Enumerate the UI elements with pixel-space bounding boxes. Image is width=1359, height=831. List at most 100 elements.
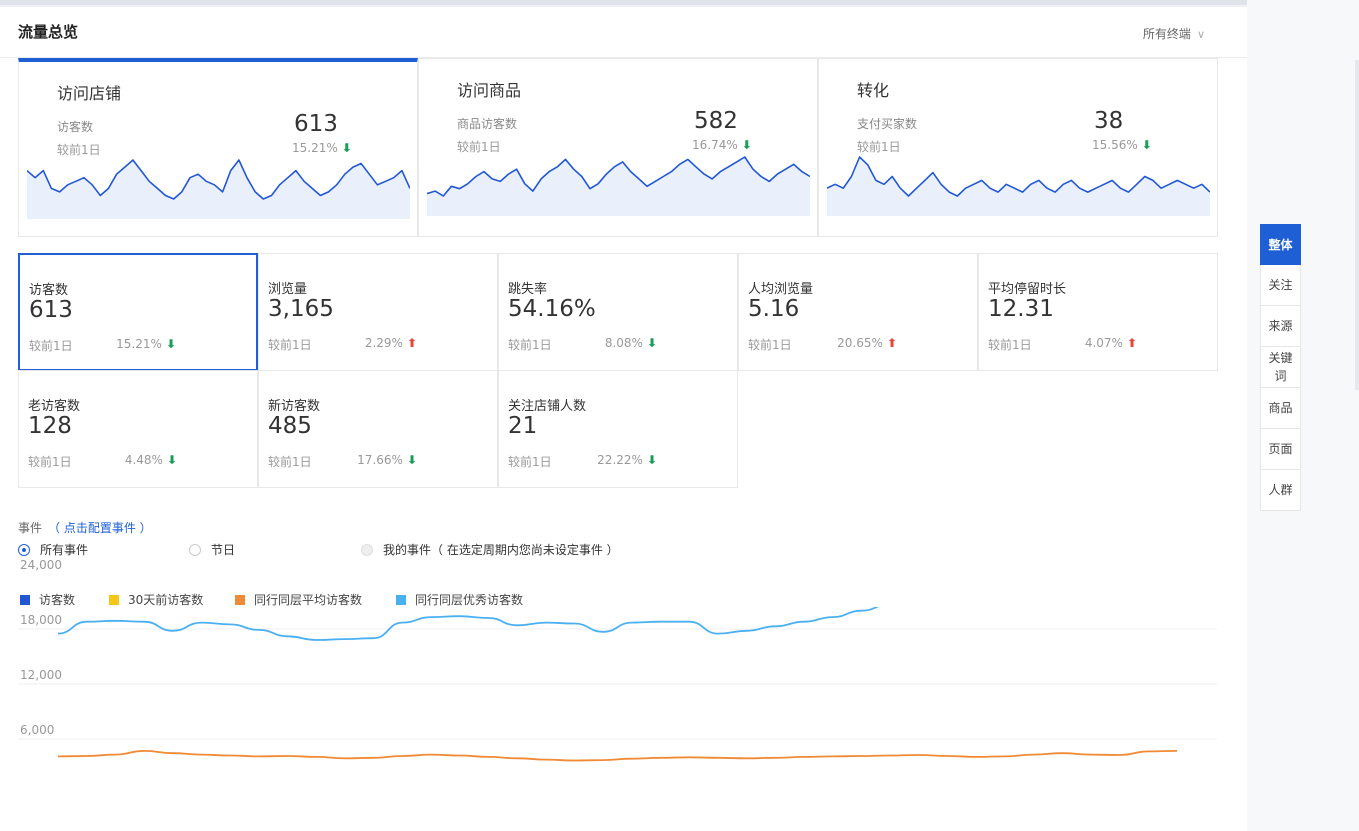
legend-label: 30天前访客数 [128, 593, 204, 607]
summary-card-3[interactable]: 转化 支付买家数 38 较前1日 15.56% ⬇ [818, 58, 1218, 237]
metric-card-metrics_row1-0[interactable]: 访客数 613 较前1日 15.21% ⬇ [18, 253, 258, 371]
terminal-filter-dropdown[interactable]: 所有终端 ∨ [1143, 25, 1205, 42]
scroll-track[interactable] [1355, 60, 1359, 390]
side-tab-label: 页面 [1268, 442, 1293, 456]
summary-card-change: 16.74% ⬇ [692, 138, 752, 152]
metric-card-metrics_row1-2[interactable]: 跳失率 54.16% 较前1日 8.08% ⬇ [498, 253, 738, 371]
legend-label: 同行同层优秀访客数 [415, 593, 524, 607]
sparkline-area [27, 160, 410, 219]
summary-card-change: 15.56% ⬇ [1092, 138, 1152, 152]
sparkline-chart [427, 156, 810, 216]
metric-change-value: 4.07% [1084, 336, 1123, 350]
page-title: 流量总览 [18, 23, 79, 41]
metric-value: 613 [29, 297, 73, 323]
metric-change: 2.29% ⬆ [365, 336, 417, 350]
metric-label: 跳失率 [508, 282, 548, 297]
metric-change: 17.66% ⬇ [357, 453, 417, 467]
legend-swatch [20, 594, 30, 605]
radio-button[interactable] [18, 543, 30, 556]
arrow-down-icon: ⬇ [646, 336, 657, 350]
configure-events-link[interactable]: （ 点击配置事件 ） [48, 521, 152, 535]
arrow-down-icon: ⬇ [406, 453, 417, 467]
radio-button[interactable] [189, 543, 201, 556]
metric-compare: 较前1日 [988, 338, 1032, 352]
side-tab-label: 关键词 [1268, 351, 1293, 383]
legend-item-1[interactable]: 30天前访客数 [109, 591, 203, 608]
metric-compare: 较前1日 [268, 338, 312, 352]
sparkline-chart [827, 156, 1210, 216]
radio-label: 所有事件 [40, 543, 89, 557]
metric-card-metrics_row1-1[interactable]: 浏览量 3,165 较前1日 2.29% ⬆ [258, 253, 498, 371]
summary-card-label: 访客数 [57, 120, 94, 134]
metric-card-metrics_row2-1[interactable]: 新访客数 485 较前1日 17.66% ⬇ [258, 370, 498, 488]
legend-swatch [109, 594, 119, 605]
event-radio-1[interactable]: 节日 [189, 541, 235, 558]
metric-value: 485 [268, 413, 312, 439]
y-tick-label: 24,000 [20, 558, 62, 572]
metric-value: 128 [28, 413, 72, 439]
side-tab-5[interactable]: 页面 [1260, 429, 1301, 470]
metric-change-value: 20.65% [837, 336, 883, 350]
metric-change: 8.08% ⬇ [605, 336, 657, 350]
metric-card-metrics_row1-3[interactable]: 人均浏览量 5.16 较前1日 20.65% ⬆ [738, 253, 978, 371]
arrow-up-icon: ⬆ [886, 336, 897, 350]
top-strip [0, 0, 1247, 5]
summary-card-label: 支付买家数 [857, 117, 918, 131]
metric-compare: 较前1日 [508, 455, 552, 469]
metric-change-value: 8.08% [604, 336, 643, 350]
side-tab-6[interactable]: 人群 [1260, 470, 1301, 511]
arrow-down-icon: ⬇ [166, 453, 177, 467]
summary-card-title: 访问店铺 [57, 84, 122, 103]
metric-change: 20.65% ⬆ [837, 336, 897, 350]
legend-swatch [235, 594, 245, 605]
metric-value: 54.16% [508, 296, 596, 322]
side-tab-label: 来源 [1268, 319, 1293, 333]
metric-label: 关注店铺人数 [508, 399, 587, 414]
side-tab-label: 关注 [1268, 278, 1293, 292]
summary-card-value: 38 [1094, 108, 1124, 134]
legend-item-0[interactable]: 访客数 [20, 591, 75, 608]
summary-card-title: 访问商品 [457, 81, 522, 100]
legend-item-2[interactable]: 同行同层平均访客数 [235, 591, 362, 608]
summary-card-2[interactable]: 访问商品 商品访客数 582 较前1日 16.74% ⬇ [418, 58, 818, 237]
metric-label: 平均停留时长 [988, 282, 1067, 297]
terminal-filter-label: 所有终端 [1142, 27, 1191, 41]
side-tab-3[interactable]: 关键词 [1260, 347, 1301, 388]
sparkline-chart [27, 159, 410, 219]
metric-card-metrics_row2-2[interactable]: 关注店铺人数 21 较前1日 22.22% ⬇ [498, 370, 738, 488]
series-line-3 [57, 607, 880, 641]
metric-change: 4.07% ⬆ [1085, 336, 1137, 350]
metric-change: 4.48% ⬇ [125, 453, 177, 467]
metric-value: 3,165 [268, 296, 334, 322]
side-tab-1[interactable]: 关注 [1260, 265, 1301, 306]
metric-compare: 较前1日 [268, 455, 312, 469]
arrow-down-icon: ⬇ [646, 453, 657, 467]
metric-card-metrics_row2-0[interactable]: 老访客数 128 较前1日 4.48% ⬇ [18, 370, 258, 488]
side-tab-0[interactable]: 整体 [1260, 224, 1301, 265]
metric-label: 访客数 [29, 283, 69, 298]
radio-button [361, 543, 373, 556]
metric-change-value: 4.48% [124, 453, 163, 467]
side-tab-4[interactable]: 商品 [1260, 388, 1301, 429]
metric-label: 新访客数 [268, 399, 321, 414]
metric-label: 人均浏览量 [748, 282, 814, 297]
legend-label: 同行同层平均访客数 [254, 593, 363, 607]
event-radio-0[interactable]: 所有事件 [18, 541, 88, 558]
arrow-down-icon: ⬇ [341, 141, 352, 155]
metric-change-value: 2.29% [364, 336, 403, 350]
arrow-up-icon: ⬆ [406, 336, 417, 350]
events-title: 事件 （ 点击配置事件 ） [18, 519, 152, 536]
metric-compare: 较前1日 [508, 338, 552, 352]
events-label: 事件 [18, 521, 43, 535]
legend-item-3[interactable]: 同行同层优秀访客数 [396, 591, 523, 608]
metric-change-value: 22.22% [597, 453, 643, 467]
summary-card-1[interactable]: 访问店铺 访客数 613 较前1日 15.21% ⬇ [18, 58, 418, 237]
traffic-overview-panel: 流量总览 所有终端 ∨ 访问店铺 访客数 613 较前1日 15.21% ⬇ 访问商品 商品访客… [0, 7, 1247, 831]
side-tab-2[interactable]: 来源 [1260, 306, 1301, 347]
summary-card-value: 613 [294, 111, 338, 137]
metric-compare: 较前1日 [28, 455, 72, 469]
summary-card-change: 15.21% ⬇ [292, 141, 352, 155]
summary-card-label: 商品访客数 [457, 117, 518, 131]
metric-card-metrics_row1-4[interactable]: 平均停留时长 12.31 较前1日 4.07% ⬆ [978, 253, 1218, 371]
arrow-down-icon: ⬇ [741, 138, 752, 152]
